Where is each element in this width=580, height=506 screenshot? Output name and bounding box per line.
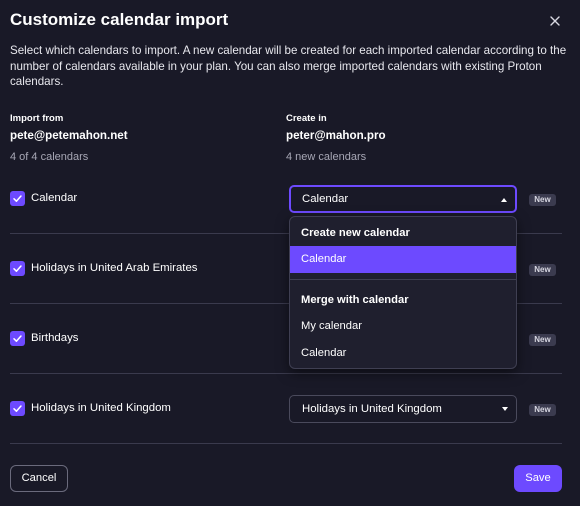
- select-value: Calendar: [302, 193, 349, 205]
- close-icon[interactable]: [546, 12, 564, 30]
- create-in-count: 4 new calendars: [286, 151, 367, 163]
- import-from-count: 4 of 4 calendars: [10, 151, 89, 163]
- select-value: Holidays in United Kingdom: [302, 403, 442, 415]
- new-badge: New: [529, 334, 556, 346]
- calendar-checkbox[interactable]: [10, 261, 25, 276]
- dropdown-group-heading: Create new calendar: [301, 227, 410, 239]
- caret-up-icon: [501, 198, 507, 202]
- calendar-import-modal: Customize calendar import Select which c…: [0, 0, 580, 506]
- new-badge: New: [529, 264, 556, 276]
- dropdown-divider: [290, 279, 516, 280]
- modal-description: Select which calendars to import. A new …: [10, 44, 567, 88]
- new-badge: New: [529, 404, 556, 416]
- divider: [10, 443, 562, 444]
- checkmark-icon: [13, 195, 22, 202]
- calendar-dropdown-menu: Create new calendar Calendar Merge with …: [289, 216, 517, 369]
- modal-title: Customize calendar import: [10, 10, 229, 29]
- calendar-row-label: Holidays in United Arab Emirates: [31, 262, 198, 274]
- calendar-checkbox[interactable]: [10, 401, 25, 416]
- checkmark-icon: [13, 265, 22, 272]
- divider: [10, 373, 562, 374]
- import-from-account: pete@petemahon.net: [10, 129, 128, 142]
- checkmark-icon: [13, 335, 22, 342]
- save-button[interactable]: Save: [514, 465, 562, 492]
- create-in-heading: Create in: [286, 113, 327, 124]
- dropdown-option-my-calendar[interactable]: My calendar: [290, 313, 516, 340]
- caret-down-icon: [502, 407, 508, 411]
- calendar-checkbox[interactable]: [10, 331, 25, 346]
- checkmark-icon: [13, 405, 22, 412]
- dropdown-group-heading: Merge with calendar: [301, 294, 409, 306]
- calendar-target-select[interactable]: Holidays in United Kingdom: [289, 395, 517, 423]
- calendar-row-label: Calendar: [31, 192, 78, 204]
- cancel-button[interactable]: Cancel: [10, 465, 68, 492]
- new-badge: New: [529, 194, 556, 206]
- dropdown-option-label: Calendar: [301, 347, 347, 359]
- dropdown-option-label: Calendar: [301, 253, 347, 265]
- calendar-checkbox[interactable]: [10, 191, 25, 206]
- calendar-row-label: Holidays in United Kingdom: [31, 402, 171, 414]
- import-from-heading: Import from: [10, 113, 64, 124]
- create-in-account: peter@mahon.pro: [286, 129, 386, 142]
- dropdown-option-label: My calendar: [301, 320, 362, 332]
- dropdown-option-calendar[interactable]: Calendar: [290, 246, 516, 273]
- dropdown-option-calendar[interactable]: Calendar: [290, 340, 516, 367]
- calendar-row-label: Birthdays: [31, 332, 79, 344]
- calendar-target-select[interactable]: Calendar: [289, 185, 517, 213]
